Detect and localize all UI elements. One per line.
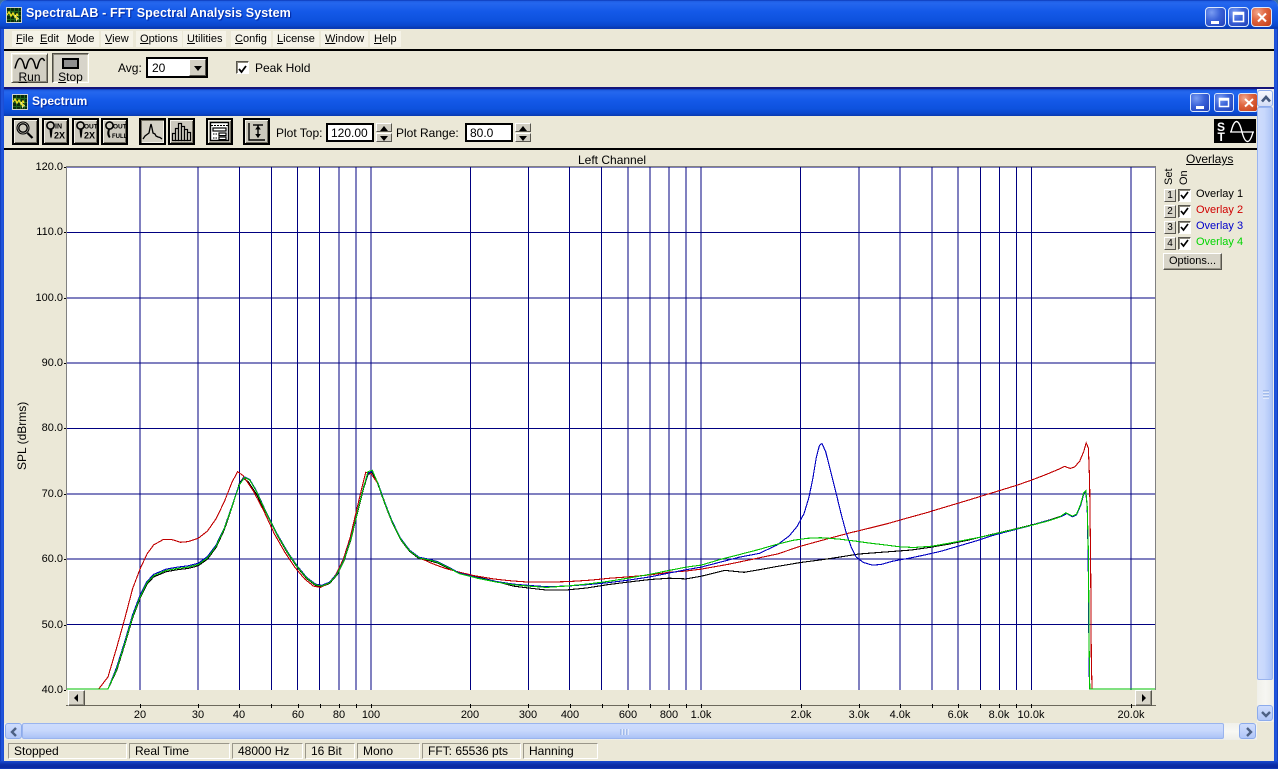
svg-text:IN: IN [55,124,62,131]
svg-text:T: T [1218,130,1226,143]
svg-text:2X: 2X [54,131,65,141]
svg-text:OUT: OUT [84,124,97,131]
svg-text:2X: 2X [84,131,95,141]
svg-text:OUT: OUT [113,124,126,131]
svg-text:FULL: FULL [112,134,126,140]
